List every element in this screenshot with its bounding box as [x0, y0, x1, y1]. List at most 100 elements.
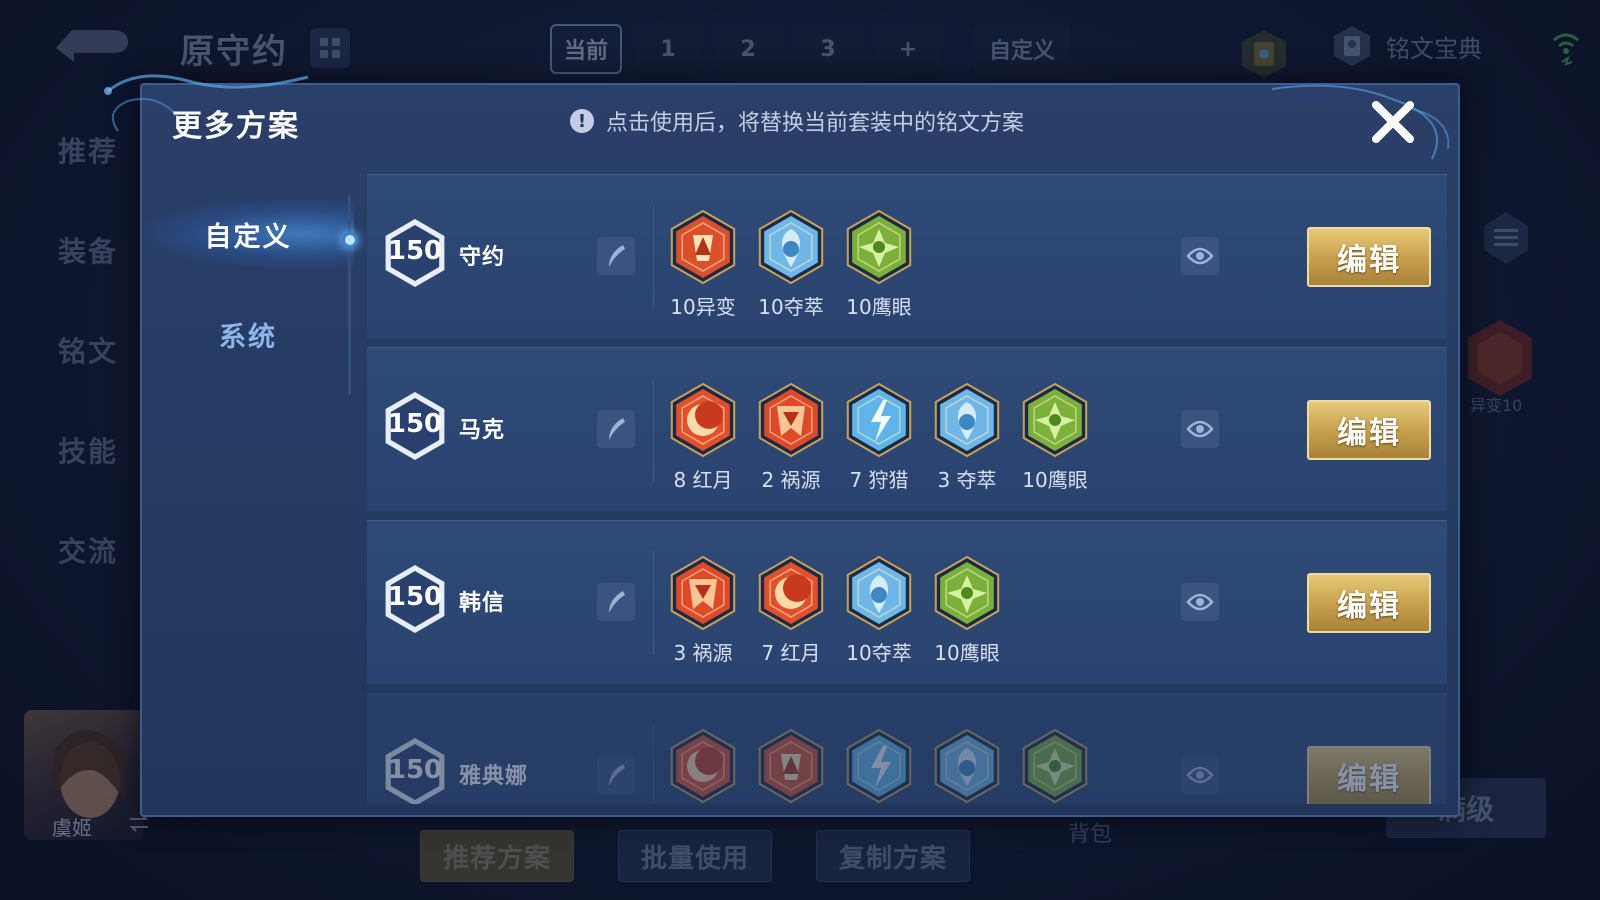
hongyue-rune-icon	[758, 555, 824, 631]
rune-item[interactable]: 3 祸源	[669, 555, 737, 666]
rune-item[interactable]: 7 狩猎	[845, 382, 913, 493]
yingyan-rune-icon	[934, 555, 1000, 631]
notice-text: 点击使用后，将替换当前套装中的铭文方案	[606, 111, 1025, 136]
scheme-row[interactable]: 150 雅典娜 编辑	[367, 693, 1447, 804]
rune-item[interactable]	[1021, 728, 1089, 804]
preview-button[interactable]	[1181, 756, 1219, 794]
edit-button[interactable]: 编辑	[1307, 227, 1431, 287]
huoyuan-rune-icon	[758, 382, 824, 458]
rune-item[interactable]: 2 祸源	[757, 382, 825, 493]
rune-set: 3 祸源 7 红月 10夺萃 10鹰眼	[669, 555, 1001, 666]
rune-set	[669, 728, 1089, 804]
scheme-list[interactable]: 150 守约 10异变 10夺萃 10鹰眼 编辑 150 马克 8 红月 2 祸源 7 狩猎 3 夺萃…	[367, 174, 1447, 804]
rune-level: 150	[387, 755, 443, 785]
duocui-rune-icon	[846, 555, 912, 631]
rune-label: 10异变	[670, 295, 736, 319]
preview-button[interactable]	[1181, 237, 1219, 275]
edit-button[interactable]: 编辑	[1307, 400, 1431, 460]
eye-icon	[1186, 593, 1214, 611]
scheme-row[interactable]: 150 马克 8 红月 2 祸源 7 狩猎 3 夺萃 10鹰眼 编辑	[367, 347, 1447, 511]
rune-item[interactable]: 3 夺萃	[933, 382, 1001, 493]
sidebar-active-indicator	[342, 232, 358, 248]
rune-label: 7 狩猎	[849, 468, 909, 492]
pen-icon	[609, 591, 625, 613]
sidebar-divider	[348, 195, 351, 395]
eye-icon	[1186, 420, 1214, 438]
scheme-name: 韩信	[459, 591, 506, 616]
more-schemes-dialog: 更多方案 ! 点击使用后，将替换当前套装中的铭文方案 自定义 系统 150 守约 1…	[104, 74, 1460, 817]
rune-level: 150	[387, 409, 443, 439]
sidebar-item-system[interactable]: 系统	[142, 299, 354, 369]
rune-label: 2 祸源	[761, 468, 821, 492]
rune-item[interactable]	[757, 728, 825, 804]
eye-icon	[1186, 247, 1214, 265]
preview-button[interactable]	[1181, 410, 1219, 448]
rune-item[interactable]: 10异变	[669, 209, 737, 320]
rune-set: 8 红月 2 祸源 7 狩猎 3 夺萃 10鹰眼	[669, 382, 1089, 493]
dialog-header: 更多方案 ! 点击使用后，将替换当前套装中的铭文方案	[104, 74, 1458, 173]
row-divider	[653, 724, 654, 804]
rename-button[interactable]	[597, 237, 635, 275]
duocui-rune-icon	[934, 382, 1000, 458]
rune-label: 10鹰眼	[934, 641, 1000, 665]
scheme-name: 守约	[459, 245, 506, 270]
yibian-rune-icon	[758, 728, 824, 804]
rune-label: 10鹰眼	[1022, 468, 1088, 492]
rename-button[interactable]	[597, 583, 635, 621]
duocui-rune-icon	[934, 728, 1000, 804]
shoulie-rune-icon	[846, 728, 912, 804]
rune-level: 150	[387, 236, 443, 266]
edit-button[interactable]: 编辑	[1307, 573, 1431, 633]
scheme-row[interactable]: 150 守约 10异变 10夺萃 10鹰眼 编辑	[367, 174, 1447, 338]
row-divider	[653, 378, 654, 482]
scheme-row[interactable]: 150 韩信 3 祸源 7 红月 10夺萃 10鹰眼 编辑	[367, 520, 1447, 684]
huoyuan-rune-icon	[670, 555, 736, 631]
yingyan-rune-icon	[1022, 382, 1088, 458]
hongyue-rune-icon	[670, 728, 736, 804]
info-icon: !	[570, 109, 594, 133]
rune-set: 10异变 10夺萃 10鹰眼	[669, 209, 913, 320]
eye-icon	[1186, 766, 1214, 784]
pen-icon	[609, 764, 625, 786]
rune-item[interactable]: 8 红月	[669, 382, 737, 493]
rune-item[interactable]: 10夺萃	[845, 555, 913, 666]
rune-item[interactable]: 10鹰眼	[1021, 382, 1089, 493]
rune-label: 3 祸源	[673, 641, 733, 665]
pen-icon	[609, 418, 625, 440]
rune-item[interactable]: 7 红月	[757, 555, 825, 666]
rune-label: 8 红月	[673, 468, 733, 492]
rune-label: 10夺萃	[846, 641, 912, 665]
rune-item[interactable]: 10夺萃	[757, 209, 825, 320]
scheme-name: 雅典娜	[459, 764, 529, 789]
rune-label: 3 夺萃	[937, 468, 997, 492]
rune-level: 150	[387, 582, 443, 612]
shoulie-rune-icon	[846, 382, 912, 458]
cloud-swirl-right-decoration	[1271, 84, 1450, 160]
rune-label: 10鹰眼	[846, 295, 912, 319]
sidebar-item-custom[interactable]: 自定义	[142, 199, 354, 269]
dialog-title: 更多方案	[172, 109, 300, 144]
preview-button[interactable]	[1181, 583, 1219, 621]
yibian-rune-icon	[670, 209, 736, 285]
rune-item[interactable]	[845, 728, 913, 804]
rune-item[interactable]	[669, 728, 737, 804]
scheme-name: 马克	[459, 418, 506, 443]
hongyue-rune-icon	[670, 382, 736, 458]
dialog-sidebar: 自定义 系统	[142, 185, 354, 485]
rune-label: 7 红月	[761, 641, 821, 665]
yingyan-rune-icon	[846, 209, 912, 285]
close-icon[interactable]	[1368, 97, 1418, 147]
notice-message: ! 点击使用后，将替换当前套装中的铭文方案	[570, 105, 1024, 137]
yingyan-rune-icon	[1022, 728, 1088, 804]
row-divider	[653, 551, 654, 655]
rename-button[interactable]	[597, 410, 635, 448]
pen-icon	[609, 245, 625, 267]
rune-item[interactable]	[933, 728, 1001, 804]
edit-button[interactable]: 编辑	[1307, 746, 1431, 804]
rename-button[interactable]	[597, 756, 635, 794]
duocui-rune-icon	[758, 209, 824, 285]
rune-item[interactable]: 10鹰眼	[933, 555, 1001, 666]
row-divider	[653, 205, 654, 309]
rune-label: 10夺萃	[758, 295, 824, 319]
rune-item[interactable]: 10鹰眼	[845, 209, 913, 320]
